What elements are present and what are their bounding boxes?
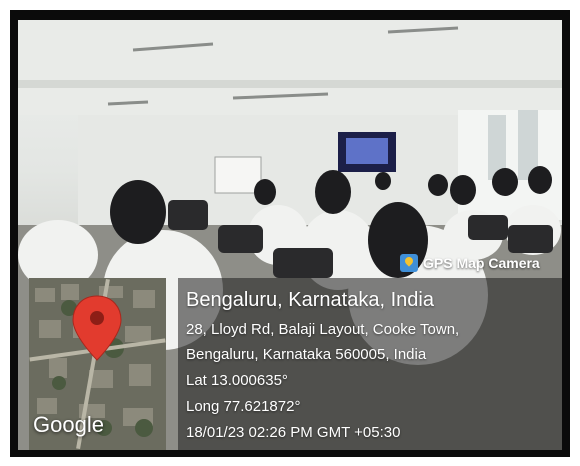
gps-map-camera-icon [400, 254, 418, 272]
location-title: Bengaluru, Karnataka, India [186, 289, 434, 311]
google-logo: Google [33, 412, 104, 437]
latitude-text: Lat 13.000635° [186, 372, 288, 389]
map-thumbnail: Google [29, 278, 166, 450]
gps-map-camera-badge: GPS Map Camera [400, 252, 540, 274]
address-line-2: Bengaluru, Karnataka 560005, India [186, 346, 427, 363]
gps-map-camera-label: GPS Map Camera [423, 255, 540, 271]
address-line-1: 28, Lloyd Rd, Balaji Layout, Cooke Town, [186, 321, 460, 338]
datetime-text: 18/01/23 02:26 PM GMT +05:30 [186, 424, 401, 441]
longitude-text: Long 77.621872° [186, 398, 301, 415]
